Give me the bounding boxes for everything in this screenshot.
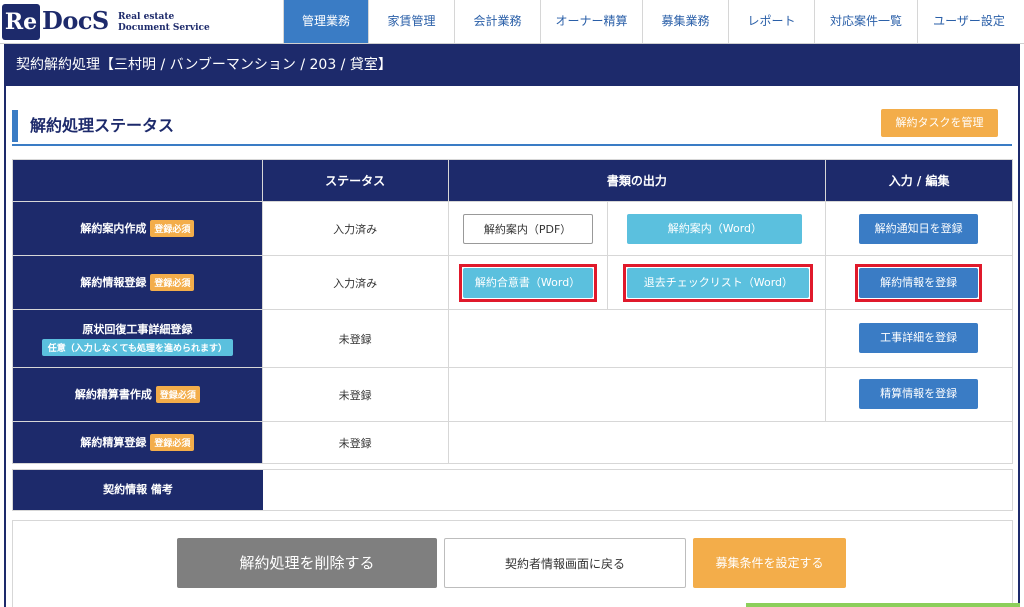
row-label-cell: 原状回復工事詳細登録 任意（入力しなくても処理を進められます） [12,309,263,368]
highlight-box [458,264,597,302]
row-status: 未登録 [261,367,449,422]
delete-cancellation-button[interactable]: 解約処理を削除する [177,538,437,588]
logo-tagline-1: Real estate [118,12,175,22]
row-label: 解約精算登録 [80,435,147,449]
status-table: ステータス 書類の出力 入力 / 編集 解約案内作成 登録必須 入力済み 解約案内… [12,159,1014,464]
row-label: 原状回復工事詳細登録 [82,323,193,336]
required-badge: 登録必須 [150,434,195,452]
remarks-row: 契約情報 備考 [12,469,1013,511]
row-label: 解約情報登録 [80,275,147,289]
green-strip [746,603,1020,607]
action-cell: 解約通知日を登録 [825,201,1013,256]
nav-item-owner-settlement[interactable]: オーナー精算 [540,0,642,43]
remarks-label: 契約情報 備考 [13,470,263,510]
nav-item-accounting[interactable]: 会計業務 [454,0,540,43]
highlight-box [623,264,814,302]
top-bar: Re DocS Real estate Document Service 管理業… [0,0,1024,44]
row-status: 入力済み [261,255,449,310]
row-status: 入力済み [261,201,449,256]
header-blank [12,159,263,202]
header-docs: 書類の出力 [447,159,827,202]
header-edit: 入力 / 編集 [825,159,1013,202]
doc-cell-empty [447,367,827,422]
row-label-cell: 解約情報登録 登録必須 [12,255,263,310]
row-label: 解約案内作成 [80,221,147,235]
table-row: 解約情報登録 登録必須 入力済み 解約合意書（Word） 退去チェックリスト（Wo… [12,255,1013,310]
footer-actions: 解約処理を削除する 契約者情報画面に戻る 募集条件を設定する [12,520,1013,607]
section-title: 解約処理ステータス [12,110,174,142]
frame-left [4,86,6,607]
row-status: 未登録 [261,309,449,368]
main-nav: 管理業務 家賃管理 会計業務 オーナー精算 募集業務 レポート 対応案件一覧 ユ… [283,0,1020,43]
nav-item-report[interactable]: レポート [728,0,814,43]
table-row: 原状回復工事詳細登録 任意（入力しなくても処理を進められます） 未登録 工事詳細… [12,309,1013,368]
action-cell: 精算情報を登録 [825,367,1013,422]
action-cell: 解約情報を登録 [825,255,1013,310]
action-cell: 工事詳細を登録 [825,309,1013,368]
logo-mark: Re [2,4,40,40]
register-notice-date-button[interactable]: 解約通知日を登録 [859,214,979,244]
register-settlement-button[interactable]: 精算情報を登録 [859,379,979,409]
row-status: 未登録 [261,421,449,464]
manage-tasks-button[interactable]: 解約タスクを管理 [881,109,998,137]
table-row: 解約精算登録 登録必須 未登録 [12,421,1014,464]
nav-item-recruitment[interactable]: 募集業務 [642,0,728,43]
logo-tagline-2: Document Service [118,23,210,33]
doc-cell: 退去チェックリスト（Word） [607,255,827,310]
logo-brand: DocS [42,6,109,35]
nav-item-management[interactable]: 管理業務 [283,0,368,43]
cancel-notice-word-button[interactable]: 解約案内（Word） [627,214,803,244]
row-label: 解約精算書作成 [74,387,152,401]
doc-cell: 解約案内（PDF） [447,201,609,256]
row-label-cell: 解約精算書作成 登録必須 [12,367,263,422]
nav-item-cases[interactable]: 対応案件一覧 [814,0,917,43]
doc-cell-empty [447,421,1014,464]
table-header-row: ステータス 書類の出力 入力 / 編集 [12,159,1013,202]
doc-cell: 解約案内（Word） [607,201,827,256]
back-to-tenant-button[interactable]: 契約者情報画面に戻る [444,538,686,588]
logo-tagline: Real estate Document Service [118,12,210,34]
required-badge: 登録必須 [155,386,200,404]
nav-item-rent[interactable]: 家賃管理 [368,0,454,43]
cancel-notice-pdf-button[interactable]: 解約案内（PDF） [462,214,593,244]
frame-right [1018,86,1020,607]
row-label-cell: 解約精算登録 登録必須 [12,421,263,464]
remarks-value [265,470,1012,510]
doc-cell-empty [447,309,827,368]
section-divider [12,144,1012,146]
page-title: 契約解約処理【三村明 / バンブーマンション / 203 / 貸室】 [4,44,1020,86]
app-logo[interactable]: Re DocS Real estate Document Service [2,4,222,40]
table-row: 解約精算書作成 登録必須 未登録 精算情報を登録 [12,367,1013,422]
table-row: 解約案内作成 登録必須 入力済み 解約案内（PDF） 解約案内（Word） 解約通… [12,201,1013,256]
required-badge: 登録必須 [150,274,195,292]
optional-badge: 任意（入力しなくても処理を進められます） [41,339,234,356]
doc-cell: 解約合意書（Word） [447,255,609,310]
nav-item-user-settings[interactable]: ユーザー設定 [917,0,1020,43]
row-label-cell: 解約案内作成 登録必須 [12,201,263,256]
set-recruitment-button[interactable]: 募集条件を設定する [693,538,846,588]
register-works-button[interactable]: 工事詳細を登録 [859,323,979,353]
required-badge: 登録必須 [150,220,195,238]
highlight-box [855,264,983,302]
header-status: ステータス [261,159,449,202]
